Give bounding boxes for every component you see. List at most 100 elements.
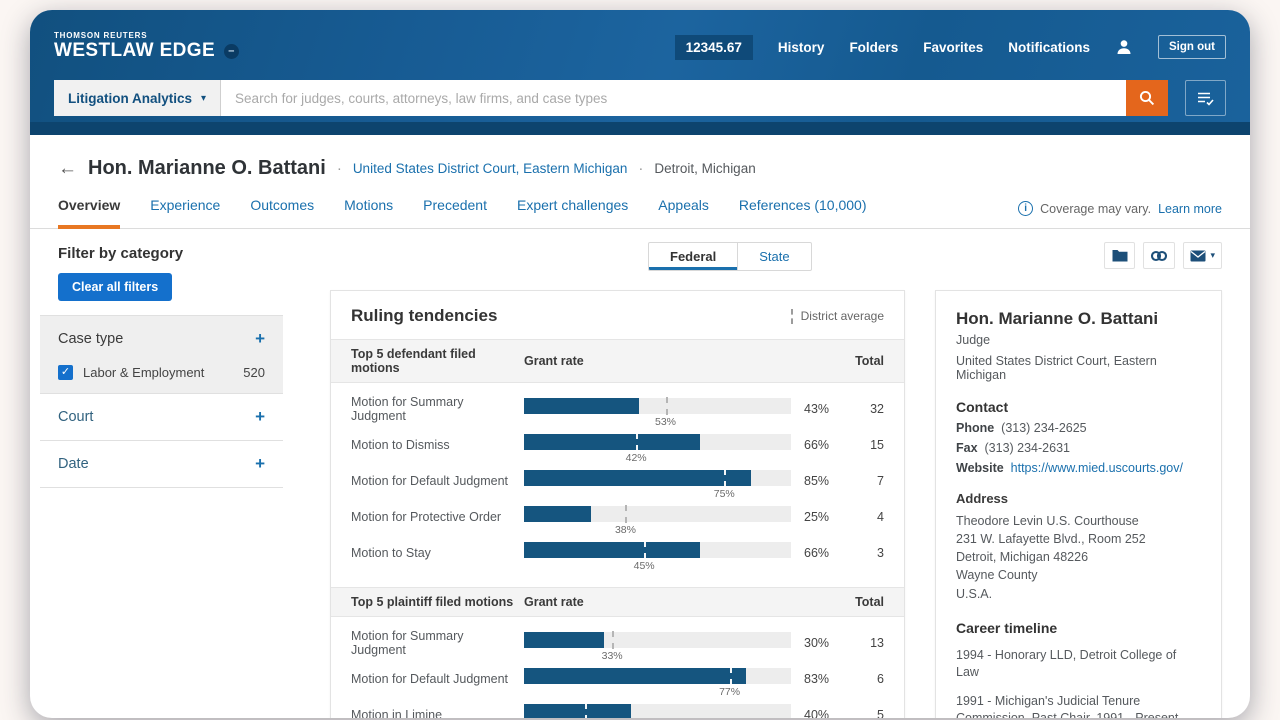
expand-plus-icon[interactable]: + [255,454,265,474]
district-average-legend: District average [791,309,884,324]
motion-total: 4 [849,510,884,524]
search-icon [1138,89,1156,107]
back-arrow-icon[interactable]: ← [58,158,77,180]
district-average-marker [636,433,638,451]
brand-westlaw-edge: WESTLAW EDGE [54,41,215,62]
grant-rate-bar: 53% [524,398,791,414]
toggle-federal[interactable]: Federal [649,243,737,270]
address-block: Theodore Levin U.S. Courthouse231 W. Laf… [956,512,1201,603]
court-section-header[interactable]: Court + [58,407,265,427]
search-button[interactable] [1126,80,1168,116]
address-line: U.S.A. [956,585,1201,603]
court-label: Court [58,409,93,425]
case-type-section-header[interactable]: Case type + [58,329,265,349]
research-list-button[interactable] [1185,80,1226,116]
nav-folders[interactable]: Folders [849,40,898,55]
info-icon[interactable]: i [1018,201,1033,216]
motion-label: Motion for Summary Judgment [351,629,524,657]
district-average-marker [585,703,587,718]
website-link[interactable]: https://www.mied.uscourts.gov/ [1011,461,1183,475]
district-average-marker [724,469,726,487]
website-row: Website https://www.mied.uscourts.gov/ [956,461,1201,475]
nav-notifications[interactable]: Notifications [1008,40,1090,55]
client-id-button[interactable]: 12345.67 [675,35,753,60]
expand-plus-icon[interactable]: + [255,329,265,349]
account-icon[interactable] [1115,38,1133,56]
court-link[interactable]: United States District Court, Eastern Mi… [353,161,628,176]
grant-rate-value: 85% [791,474,849,488]
district-average-value: 42% [626,452,647,464]
email-delivery-button[interactable]: ▾ [1183,242,1222,269]
profile-judge-name: Hon. Marianne O. Battani [956,309,1201,329]
grant-rate-value: 83% [791,672,849,686]
grant-rate-value: 30% [791,636,849,650]
motion-label: Motion for Summary Judgment [351,395,524,423]
search-input[interactable] [221,80,1126,116]
total-column-header: Total [849,354,884,368]
sign-out-button[interactable]: Sign out [1158,35,1226,59]
tab-bar: Overview Experience Outcomes Motions Precede… [30,197,1250,229]
filter-item-label: Labor & Employment [83,365,204,380]
tab-motions[interactable]: Motions [344,197,393,228]
profile-role: Judge [956,333,1201,347]
phone-value: (313) 234-2625 [1001,421,1086,435]
nav-history[interactable]: History [778,40,825,55]
dashed-line-icon [791,309,793,324]
judge-profile-panel: Hon. Marianne O. Battani Judge United St… [935,290,1222,718]
career-entry: 1991 - Michigan's Judicial Tenure Commis… [956,693,1201,718]
caret-down-icon: ▾ [201,93,206,104]
motion-row: Motion for Summary Judgment 53% 43% 32 [331,391,904,427]
tab-precedent[interactable]: Precedent [423,197,487,228]
tab-outcomes[interactable]: Outcomes [250,197,314,228]
copy-link-button[interactable] [1143,242,1175,269]
district-average-marker [644,541,646,559]
total-column-header: Total [849,595,884,609]
tab-references-10-000[interactable]: References (10,000) [739,197,867,228]
district-average-value: 38% [615,524,636,536]
westlaw-logo[interactable]: THOMSON REUTERS WESTLAW EDGE – [54,32,239,62]
coverage-learn-more-link[interactable]: Learn more [1158,202,1222,216]
tab-experience[interactable]: Experience [150,197,220,228]
case-type-label: Case type [58,331,123,347]
nav-favorites[interactable]: Favorites [923,40,983,55]
address-heading: Address [956,491,1201,506]
motion-total: 7 [849,474,884,488]
motion-row: Motion for Protective Order 38% 25% 4 [331,499,904,535]
clear-all-filters-button[interactable]: Clear all filters [58,273,172,301]
motion-label: Motion for Default Judgment [351,474,524,488]
expand-plus-icon[interactable]: + [255,407,265,427]
grant-rate-bar: 77% [524,668,791,684]
search-scope-dropdown[interactable]: Litigation Analytics ▾ [54,80,221,116]
labor-employment-checkbox[interactable]: ✓ [58,365,73,380]
tab-appeals[interactable]: Appeals [658,197,709,228]
ruling-tendencies-panel: Ruling tendencies District average Top 5… [330,290,905,718]
plaintiff-motions-header: Top 5 plaintiff filed motions Grant rate… [331,587,904,617]
app-window: THOMSON REUTERS WESTLAW EDGE – 12345.67 … [30,10,1250,718]
brand-badge-icon[interactable]: – [224,44,239,59]
grant-rate-bar: 42% [524,434,791,450]
grant-rate-bar-fill [524,470,751,486]
grant-rate-value: 66% [791,438,849,452]
district-average-marker [612,631,614,649]
filter-section-date: Date + [40,440,283,488]
envelope-icon [1190,250,1206,262]
filter-section-case-type: Case type + ✓ Labor & Employment 520 [40,315,283,393]
date-section-header[interactable]: Date + [58,454,265,474]
grant-rate-column-header: Grant rate [524,354,791,368]
district-average-marker [730,667,732,685]
motion-label: Motion to Stay [351,546,524,560]
grant-rate-bar-fill [524,506,591,522]
career-timeline: 1994 - Honorary LLD, Detroit College of … [956,647,1201,718]
toggle-state[interactable]: State [737,243,810,270]
filter-item-labor-employment: ✓ Labor & Employment 520 [58,365,265,380]
grant-rate-bar: 75% [524,470,791,486]
save-to-folder-button[interactable] [1104,242,1135,269]
grant-rate-bar: 23% [524,704,791,718]
tab-overview[interactable]: Overview [58,197,120,229]
tab-expert-challenges[interactable]: Expert challenges [517,197,628,228]
ruling-tendencies-title: Ruling tendencies [351,306,497,326]
motion-label: Motion in Limine [351,708,524,718]
motion-row: Motion for Default Judgment 75% 85% 7 [331,463,904,499]
motion-label: Motion to Dismiss [351,438,524,452]
contact-heading: Contact [956,399,1201,415]
